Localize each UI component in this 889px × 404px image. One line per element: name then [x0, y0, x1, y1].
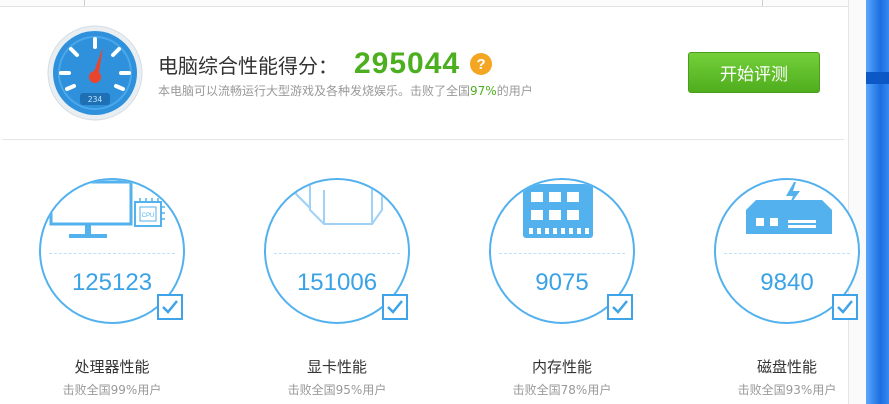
- disk-label: 磁盘性能: [756, 358, 817, 376]
- tab-divider: [762, 0, 763, 6]
- description-suffix: 的用户: [496, 84, 533, 98]
- cpu-beat-rate: 击败全国99%用户: [62, 383, 162, 397]
- score-description: 本电脑可以流畅运行大型游戏及各种发烧娱乐。击败了全国97%的用户: [158, 82, 533, 99]
- check-icon: [382, 294, 408, 320]
- graphics-score: 151006: [296, 269, 378, 296]
- memory-performance-card: 9075 内存性能 击败全国78%用户: [452, 178, 672, 404]
- disk-performance-card: 9840 磁盘性能 击败全国93%用户: [677, 178, 889, 404]
- tab-divider: [84, 0, 85, 6]
- disk-beat-rate: 击败全国93%用户: [737, 383, 837, 397]
- graphics-label: 显卡性能: [306, 358, 367, 376]
- score-title-row: 电脑综合性能得分： 295044 ?: [158, 44, 493, 84]
- circle-divider: [724, 253, 850, 254]
- cpu-chip-label: CPU: [142, 213, 155, 219]
- description-prefix: 本电脑可以流畅运行大型游戏及各种发烧娱乐。击败了全国: [158, 84, 471, 98]
- help-icon[interactable]: ?: [470, 53, 493, 75]
- taskbar-highlight: [866, 72, 889, 84]
- cpu-label: 处理器性能: [74, 358, 150, 376]
- circle-divider: [274, 253, 400, 254]
- check-icon: [832, 294, 858, 320]
- check-icon: [607, 294, 633, 320]
- disk-score: 9840: [760, 269, 814, 296]
- memory-score: 9075: [535, 269, 589, 296]
- graphics-performance-card: 151006 显卡性能 击败全国95%用户: [227, 178, 447, 404]
- start-benchmark-button[interactable]: 开始评测: [688, 52, 820, 93]
- gauge-reading: 234: [88, 95, 103, 104]
- graphics-beat-rate: 击败全国95%用户: [287, 383, 387, 397]
- top-tab-strip: [0, 0, 848, 7]
- circle-divider: [499, 253, 625, 254]
- cpu-score: 125123: [71, 269, 153, 296]
- description-percent: 97%: [470, 84, 497, 98]
- memory-label: 内存性能: [531, 358, 592, 376]
- section-divider: [2, 139, 844, 140]
- memory-beat-rate: 击败全国78%用户: [512, 383, 612, 397]
- circle-divider: [49, 253, 175, 254]
- page-title: 电脑综合性能得分：: [158, 53, 338, 78]
- speedometer-icon: 234: [47, 25, 143, 121]
- total-score: 295044: [354, 47, 461, 80]
- cpu-performance-card: CPU 125123 处理器性能 击败全国99%用户: [2, 178, 222, 404]
- check-icon: [157, 294, 183, 320]
